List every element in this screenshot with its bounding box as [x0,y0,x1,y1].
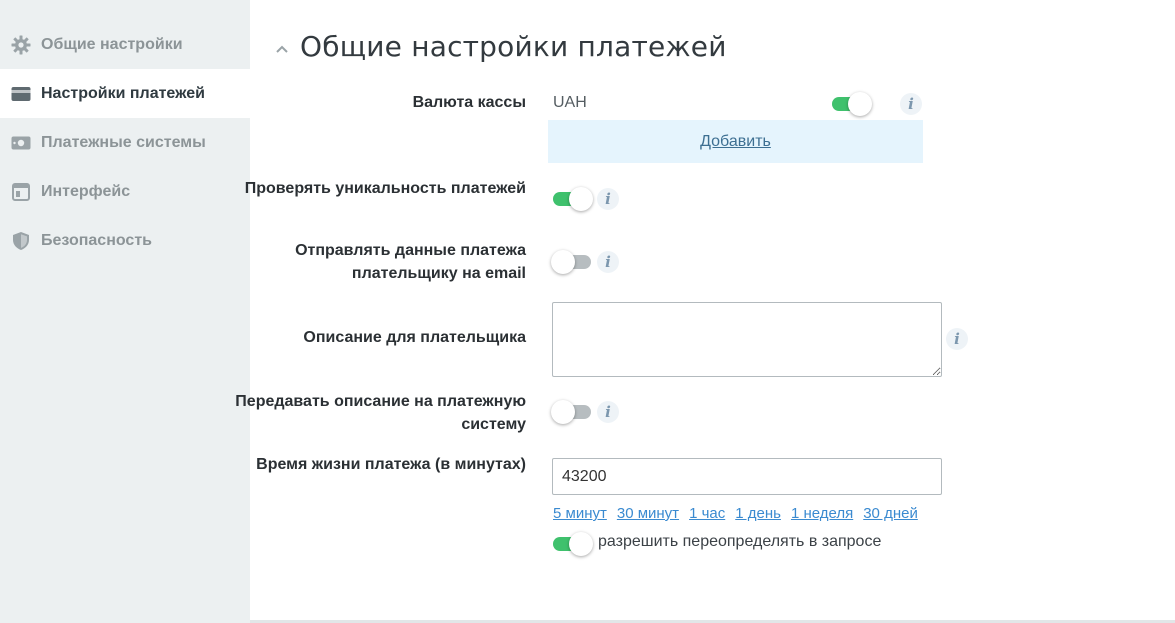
lifetime-input[interactable] [552,458,942,495]
currency-value: UAH [553,94,587,111]
send-email-label: Отправлять данные платежа плательщику на… [295,242,526,282]
cash-icon [10,133,32,153]
toggle-knob [848,92,872,116]
sidebar-item-label: Интерфейс [41,182,131,200]
shield-icon [10,231,32,251]
toggle-knob [569,532,593,556]
section-header: Общие настройки платежей [274,30,727,63]
sidebar-item-payment-settings[interactable]: Настройки платежей [0,69,250,118]
preset-1-day[interactable]: 1 день [735,505,781,522]
description-label: Описание для плательщика [303,329,526,346]
sidebar-item-label: Общие настройки [41,35,183,53]
sidebar-item-general-settings[interactable]: Общие настройки [0,20,250,69]
sidebar-item-label: Настройки платежей [41,84,205,102]
add-currency-block: Добавить [548,120,923,163]
info-icon[interactable]: i [597,188,619,210]
preset-1-hour[interactable]: 1 час [689,505,725,522]
page-title: Общие настройки платежей [300,30,727,63]
toggle-knob [551,250,575,274]
sidebar-item-security[interactable]: Безопасность [0,216,250,265]
preset-30-days[interactable]: 30 дней [863,505,918,522]
sidebar-item-label: Безопасность [41,231,152,249]
lifetime-presets: 5 минут 30 минут 1 час 1 день 1 неделя 3… [553,505,928,522]
main-content: Общие настройки платежей Валюта кассы UA… [235,0,1175,623]
sidebar-item-interface[interactable]: Интерфейс [0,167,250,216]
preset-1-week[interactable]: 1 неделя [791,505,853,522]
sidebar-item-label: Платежные системы [41,133,206,151]
info-icon[interactable]: i [597,401,619,423]
info-icon[interactable]: i [946,328,968,350]
chevron-up-icon[interactable] [274,41,290,57]
currency-label: Валюта кассы [412,94,526,111]
pass-description-toggle[interactable] [551,400,593,424]
info-icon[interactable]: i [597,251,619,273]
check-unique-toggle[interactable] [553,187,593,211]
sidebar: Общие настройки Настройки платежей Плате… [0,0,250,623]
preset-30-minutes[interactable]: 30 минут [617,505,679,522]
preset-5-minutes[interactable]: 5 минут [553,505,607,522]
send-email-toggle[interactable] [551,250,593,274]
add-currency-link[interactable]: Добавить [700,133,771,151]
pass-description-label: Передавать описание на платежную систему [235,393,526,433]
window-icon [10,182,32,202]
sidebar-item-payment-systems[interactable]: Платежные системы [0,118,250,167]
check-unique-label: Проверять уникальность платежей [244,180,526,197]
card-icon [10,84,32,104]
info-icon[interactable]: i [900,93,922,115]
override-label: разрешить переопределять в запросе [598,533,882,550]
toggle-knob [569,187,593,211]
lifetime-label: Время жизни платежа (в минутах) [256,456,526,473]
override-toggle[interactable] [553,532,593,556]
gear-icon [10,35,32,55]
currency-toggle[interactable] [832,92,872,116]
toggle-knob [551,400,575,424]
description-textarea[interactable] [552,302,942,377]
